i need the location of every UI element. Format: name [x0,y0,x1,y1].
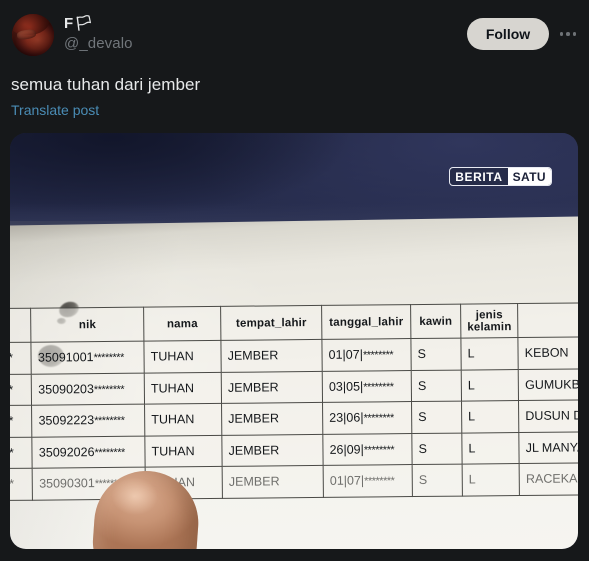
cell-nik-value: 35090301 [39,476,95,491]
cell-nama: TUHAN [144,403,222,436]
cell-tanggal-value: 01|07| [329,473,365,489]
cell-tempat-lahir: JEMBER [221,370,323,404]
cell-nama: TUHAN [144,371,222,405]
cell-nik-value: 35092223 [38,413,95,428]
table-header-row: nik nama tempat_lahir tanggal_lahir kawi… [10,302,578,343]
cell-tanggal-lahir: 23|06|******** [322,401,412,434]
avatar-image [12,14,54,56]
avatar[interactable] [12,14,54,56]
column-header-alamat: alamat [517,302,578,338]
author-names: F 🏳 @_devalo [64,14,133,54]
cell-tanggal-mask: ******** [364,475,395,488]
table-body: ***** 35091001******** TUHAN JEMBER 01|0… [10,336,578,501]
watermark-satu: SATU [507,168,551,185]
cell-nik-mask: ******** [94,415,125,428]
cell-tempat-lahir: JEMBER [221,433,324,467]
cell-pad: ***** [10,342,32,375]
cell-tanggal-value: 23|06| [329,410,364,426]
cell-nik: 35091001******** [31,341,145,374]
cell-nik-mask: ******** [93,383,125,396]
table-row: ***** 35090301******** TUHAN JEMBER 01|0… [10,462,578,501]
cell-tanggal-lahir: 03|05|******** [322,370,412,403]
cell-nama: TUHAN [144,434,223,468]
cell-jenis-kelamin: L [461,400,520,433]
column-header-kawin: kawin [410,304,461,339]
cell-tempat-lahir: JEMBER [222,465,324,498]
cell-nik-value: 35091001 [37,350,94,365]
table-head: nik nama tempat_lahir tanggal_lahir kawi… [10,302,578,343]
column-header-jenis-kelamin: jenis kelamin [460,303,519,339]
cell-jenis-kelamin: L [460,337,519,370]
cell-nik: 35092223******** [31,404,145,437]
cell-pad: ***** [10,405,33,438]
column-header-tanggal-lahir: tanggal_lahir [321,304,411,340]
post-header: F 🏳 @_devalo Follow [0,0,589,62]
cell-nik-mask: ******** [94,446,125,459]
author-name-text: F [64,15,74,32]
cell-nik-value: 35090203 [38,381,94,397]
post-media[interactable]: nik nama tempat_lahir tanggal_lahir kawi… [10,133,578,549]
avatar-overlay [12,14,54,56]
cell-nik: 35090203******** [31,372,145,406]
column-header-tempat-lahir: tempat_lahir [220,305,322,341]
cell-pad: ***** [10,373,32,406]
more-dot [559,32,564,36]
watermark-berita: BERITA [455,169,503,184]
cell-kawin: S [411,432,463,465]
flag-icon: 🏳 [74,15,94,32]
cell-tanggal-value: 26|09| [329,442,364,457]
cell-tanggal-mask: ******** [363,412,394,425]
cell-kawin: S [411,369,462,402]
cell-tempat-lahir: JEMBER [221,339,323,372]
cell-kawin: S [411,401,462,434]
cell-nik: 35092026******** [32,435,146,469]
cell-nik-value: 35092026 [38,444,95,460]
post-text: semua tuhan dari jember [11,75,201,94]
cell-jenis-kelamin: L [461,432,520,465]
cell-tanggal-mask: ******** [363,380,394,394]
cell-tanggal-value: 03|05| [328,379,364,394]
cell-tanggal-lahir: 26|09|******** [322,433,413,466]
cell-alamat: DUSUN DARUN [518,399,578,433]
cell-tanggal-lahir: 01|07|******** [321,338,412,371]
tweet-post: F 🏳 @_devalo Follow semua tuhan dari jem… [0,0,589,561]
translate-post-link[interactable]: Translate post [11,101,99,119]
cell-pad: ***** [10,468,33,501]
cell-jenis-kelamin: L [462,463,520,496]
more-dot [566,32,570,36]
cell-alamat: RACEKAN [519,462,578,496]
more-options-icon[interactable] [555,22,581,46]
column-header-pad [10,308,32,343]
more-dot [572,32,577,36]
cell-pad: ***** [10,436,33,469]
cell-kawin: S [410,338,462,371]
column-header-nik: nik [30,307,145,343]
document-table: nik nama tempat_lahir tanggal_lahir kawi… [10,302,578,501]
author-display-name[interactable]: F 🏳 [64,14,133,33]
cell-nama: TUHAN [144,340,222,373]
photo-image: nik nama tempat_lahir tanggal_lahir kawi… [10,133,578,549]
cell-nik-mask: ******** [93,352,124,365]
cell-tanggal-value: 01|07| [328,347,363,363]
cell-kawin: S [412,464,463,497]
cell-alamat: KEBON [518,336,578,370]
cell-tanggal-lahir: 01|07|******** [323,464,413,497]
berita-satu-watermark: BERITA SATU [449,167,552,186]
author-handle[interactable]: @_devalo [64,34,133,54]
cell-alamat: GUMUKBANJI [518,367,578,401]
cell-tanggal-mask: ******** [363,443,395,457]
cell-tanggal-mask: ******** [362,349,394,362]
follow-button[interactable]: Follow [467,18,549,50]
column-header-nama: nama [143,306,222,342]
cell-tempat-lahir: JEMBER [221,402,323,435]
cell-jenis-kelamin: L [461,369,519,402]
cell-alamat: JL MANYARLING [519,430,578,464]
